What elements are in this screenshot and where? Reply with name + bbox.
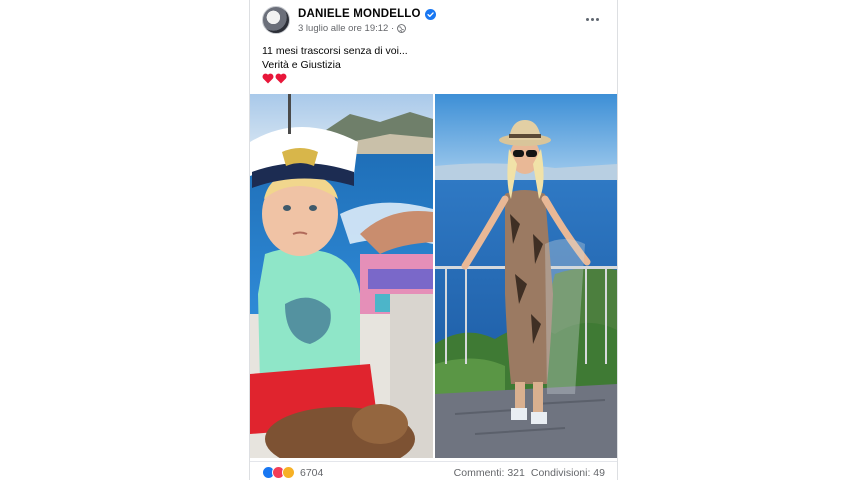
author-name[interactable]: DANIELE MONDELLO [298,8,421,20]
red-heart-icon [275,73,287,84]
facebook-post: DANIELE MONDELLO 3 luglio alle ore 19:12… [249,0,618,480]
more-horizontal-icon [585,17,589,21]
reactions-summary[interactable]: 6704 [262,466,323,479]
post-text-line: Verità e Giustizia [262,59,341,71]
post-stats: Commenti: 321 Condivisioni: 49 [454,467,605,479]
child-photo[interactable] [250,94,433,458]
verified-badge-icon [424,8,436,20]
author-avatar[interactable] [262,6,290,34]
post-meta: 3 luglio alle ore 19:12 · [298,23,407,34]
photo-grid [250,94,617,458]
more-dot [595,17,599,21]
post-timestamp[interactable]: 3 luglio alle ore 19:12 · [298,23,394,34]
globe-icon [397,24,407,33]
post-text: 11 mesi trascorsi senza di voi... Verità… [262,44,408,72]
red-heart-icon [262,73,274,84]
post-text-line: 11 mesi trascorsi senza di voi... [262,45,408,57]
more-options-button[interactable] [581,10,603,28]
child-photo-image [250,94,433,458]
woman-photo-image [435,94,617,458]
comments-count[interactable]: Commenti: 321 [454,467,525,479]
woman-photo[interactable] [435,94,617,458]
post-header: DANIELE MONDELLO 3 luglio alle ore 19:12… [250,0,617,40]
post-footer: 6704 Commenti: 321 Condivisioni: 49 [250,461,617,480]
reaction-count[interactable]: 6704 [300,467,323,479]
author-name-row: DANIELE MONDELLO [298,8,436,20]
more-dot [590,17,594,21]
shares-count[interactable]: Condivisioni: 49 [531,467,605,479]
heart-emojis [262,73,287,84]
haha-reaction-icon [282,466,295,479]
